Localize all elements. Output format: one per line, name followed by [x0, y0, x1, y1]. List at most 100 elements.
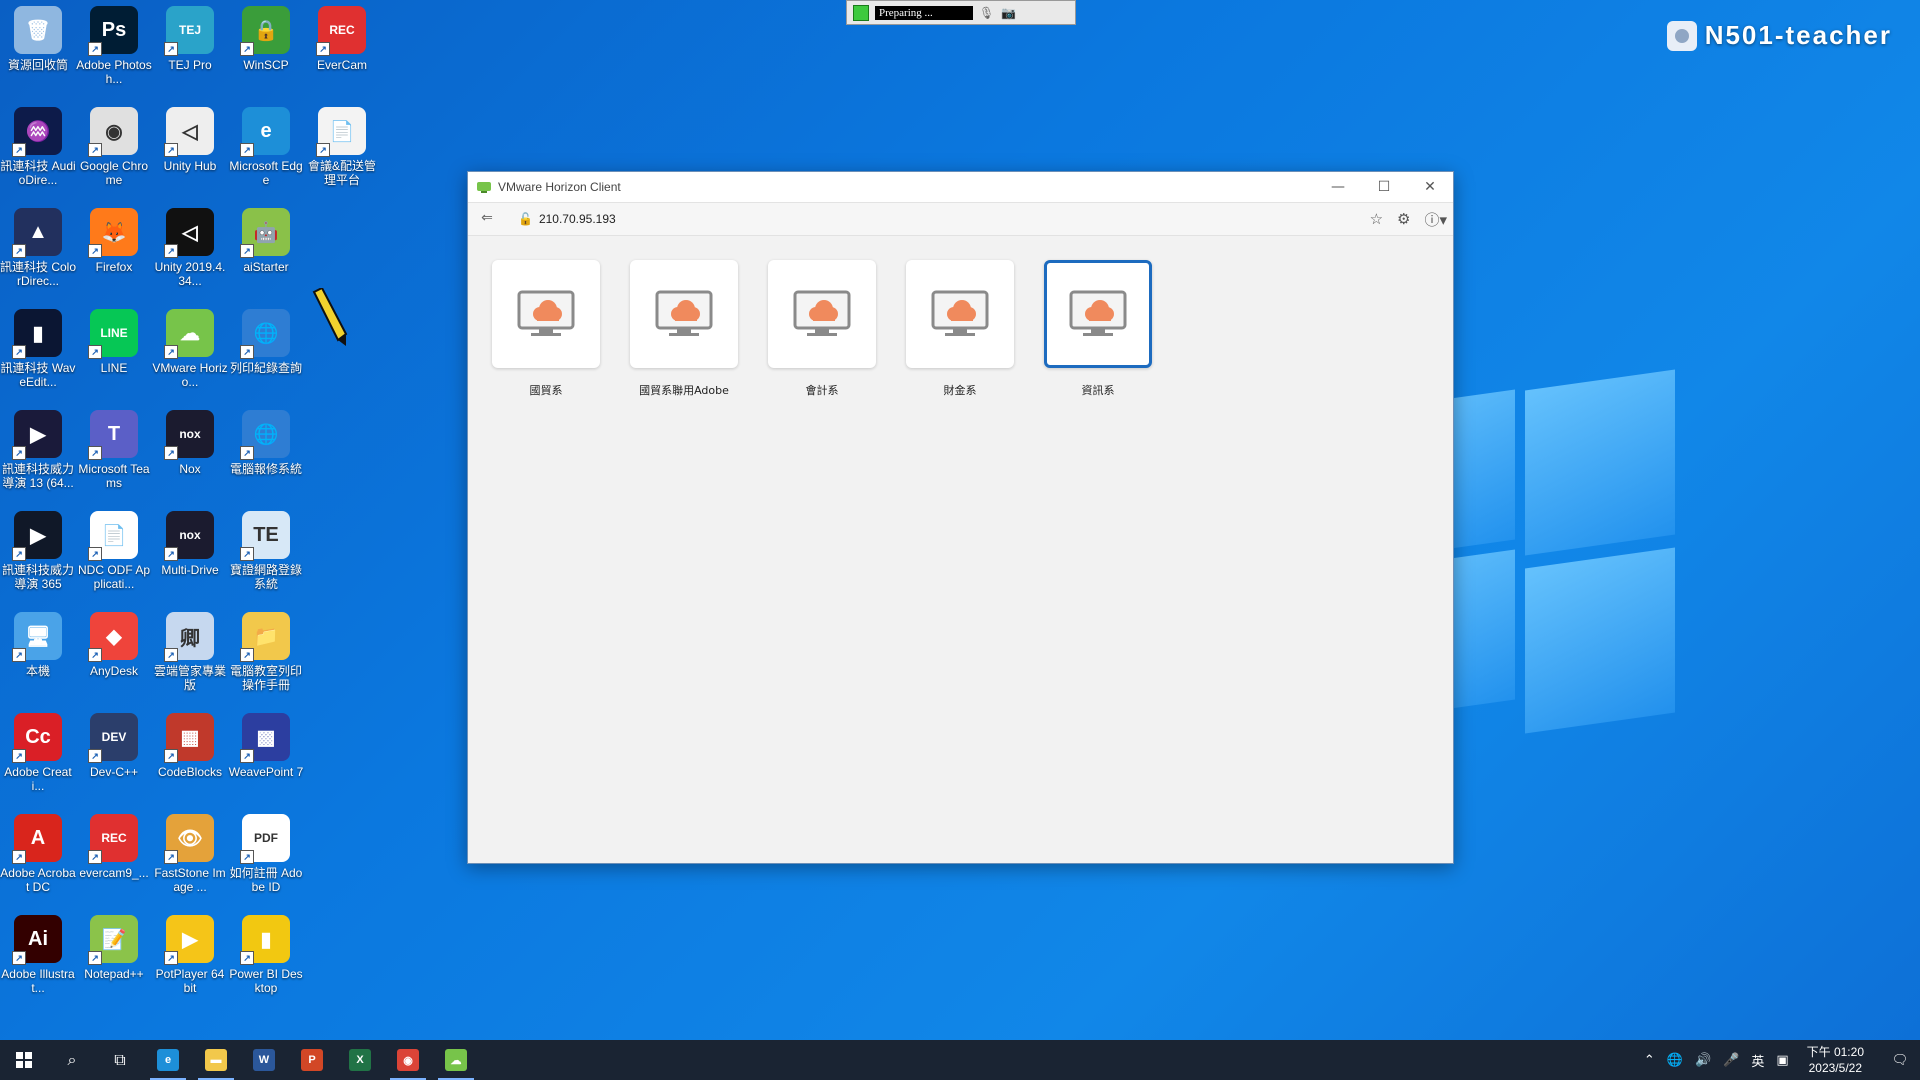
desktop-icon[interactable]: TEJ ↗ TEJ Pro	[152, 0, 228, 72]
taskbar-vmware-horizon-button[interactable]: ☁	[432, 1040, 480, 1080]
desktop-icon[interactable]: 📄 ↗ 會議&配送管理平台	[304, 101, 380, 187]
desktop-pool-tile[interactable]: 國貿系聯用Adobe	[630, 260, 738, 398]
shortcut-arrow-icon: ↗	[88, 951, 102, 965]
vmware-horizon-app-icon	[477, 182, 491, 193]
camera-icon[interactable]: 📷	[1001, 6, 1017, 20]
task-view-button[interactable]: ⧉	[96, 1040, 144, 1080]
shortcut-arrow-icon: ↗	[12, 648, 26, 662]
microphone-icon[interactable]: 🎙	[979, 6, 995, 20]
microphone-tray-icon[interactable]: 🎤	[1723, 1053, 1739, 1068]
desktop-icon[interactable]: e ↗ Microsoft Edge	[228, 101, 304, 187]
desktop-pool-thumbnail[interactable]	[492, 260, 600, 368]
desktop-icon-label: TEJ Pro	[168, 58, 212, 72]
desktop-icon-label: Google Chrome	[79, 159, 149, 187]
desktop-icon[interactable]: 🦊 ↗ Firefox	[76, 202, 152, 274]
shortcut-arrow-icon: ↗	[12, 850, 26, 864]
start-button[interactable]	[0, 1040, 48, 1080]
desktop-icon[interactable]: TE ↗ 寶證網路登錄系統	[228, 505, 304, 591]
chevron-up-icon[interactable]: ⌃	[1644, 1053, 1655, 1068]
desktop-icon[interactable]: ▶ ↗ 訊連科技威力導演 365	[0, 505, 76, 591]
desktop-pool-tile[interactable]: 資訊系	[1044, 260, 1152, 398]
desktop-icon[interactable]: ◁ ↗ Unity 2019.4.34...	[152, 202, 228, 288]
desktop-icon[interactable]: 🤖 ↗ aiStarter	[228, 202, 304, 274]
notepadpp-icon: 📝 ↗	[88, 915, 138, 965]
search-button[interactable]: ⌕	[48, 1040, 96, 1080]
record-status-icon[interactable]	[853, 4, 869, 21]
desktop-icon[interactable]: Ai ↗ Adobe Illustrat...	[0, 909, 76, 995]
network-icon[interactable]: 🌐	[1667, 1053, 1683, 1068]
desktop-icon-label: aiStarter	[243, 260, 289, 274]
desktop-icon[interactable]: ◁ ↗ Unity Hub	[152, 101, 228, 173]
desktop-icon[interactable]: ▲ ↗ 訊連科技 ColorDirec...	[0, 202, 76, 288]
desktop-icon[interactable]: ▮ ↗ 訊連科技 WaveEdit...	[0, 303, 76, 389]
desktop-icon[interactable]: A ↗ Adobe Acrobat DC	[0, 808, 76, 894]
desktop-icon[interactable]: 🌐 ↗ 列印紀錄查詢	[228, 303, 304, 375]
vmware-horizon-icon: ☁	[445, 1049, 467, 1071]
desktop-icon[interactable]: 🗑 資源回收筒	[0, 0, 76, 72]
desktop-icon[interactable]: ♒ ↗ 訊連科技 AudioDire...	[0, 101, 76, 187]
desktop-pool-tile[interactable]: 會計系	[768, 260, 876, 398]
desktop-icon[interactable]: 📝 ↗ Notepad++	[76, 909, 152, 981]
desktop-icon[interactable]: 🌐 ↗ 電腦報修系統	[228, 404, 304, 476]
taskbar-file-explorer-button[interactable]: ▬	[192, 1040, 240, 1080]
acrobat-icon: A ↗	[12, 814, 62, 864]
back-icon[interactable]: ⇐	[478, 210, 496, 228]
help-menu-icon[interactable]: ⓘ▾	[1424, 209, 1447, 230]
desktop-icon[interactable]: ☁ ↗ VMware Horizo...	[152, 303, 228, 389]
clock[interactable]: 下午 01:20 2023/5/22	[1807, 1044, 1864, 1076]
desktop-icon[interactable]: Ps ↗ Adobe Photosh...	[76, 0, 152, 86]
shortcut-arrow-icon: ↗	[88, 850, 102, 864]
shortcut-arrow-icon: ↗	[88, 42, 102, 56]
ime-mode-icon[interactable]: ▣	[1776, 1053, 1788, 1068]
shortcut-arrow-icon: ↗	[88, 446, 102, 460]
desktop-icon[interactable]: ▦ ↗ CodeBlocks	[152, 707, 228, 779]
window-titlebar[interactable]: VMware Horizon Client — ☐ ✕	[468, 172, 1453, 203]
desktop-icon[interactable]: ▩ ↗ WeavePoint 7	[228, 707, 304, 779]
desktop-icon-label: AnyDesk	[89, 664, 139, 678]
close-button[interactable]: ✕	[1407, 172, 1453, 202]
desktop-icon[interactable]: Cc ↗ Adobe Creati...	[0, 707, 76, 793]
desktop-pool-thumbnail[interactable]	[630, 260, 738, 368]
volume-icon[interactable]: 🔊	[1695, 1053, 1711, 1068]
maximize-button[interactable]: ☐	[1361, 172, 1407, 202]
desktop-icon[interactable]: 卿 ↗ 雲端管家專業版	[152, 606, 228, 692]
taskbar-edge-button[interactable]: e	[144, 1040, 192, 1080]
desktop-icon[interactable]: 🖥 ↗ 本機	[0, 606, 76, 678]
favorite-star-icon[interactable]: ☆	[1370, 210, 1383, 228]
settings-gear-icon[interactable]: ⚙	[1397, 210, 1410, 228]
desktop-icon[interactable]: ◆ ↗ AnyDesk	[76, 606, 152, 678]
desktop-icon[interactable]: LINE ↗ LINE	[76, 303, 152, 375]
desktop-pool-thumbnail[interactable]	[1044, 260, 1152, 368]
desktop-icon[interactable]: REC ↗ EverCam	[304, 0, 380, 72]
codeblocks-icon: ▦ ↗	[164, 713, 214, 763]
desktop-icon[interactable]: T ↗ Microsoft Teams	[76, 404, 152, 490]
desktop-pool-tile[interactable]: 國貿系	[492, 260, 600, 398]
desktop-icon-label: Adobe Creati...	[4, 765, 72, 793]
desktop-icon[interactable]: REC ↗ evercam9_...	[76, 808, 152, 880]
desktop-icon-label: 列印紀錄查詢	[229, 361, 302, 375]
minimize-button[interactable]: —	[1315, 172, 1361, 202]
desktop-icon[interactable]: ◉ ↗ Google Chrome	[76, 101, 152, 187]
desktop-icon[interactable]: ▶ ↗ 訊連科技威力導演 13 (64...	[0, 404, 76, 490]
ime-indicator[interactable]: 英	[1751, 1051, 1764, 1070]
evercam-icon: REC ↗	[316, 6, 366, 56]
desktop-pool-thumbnail[interactable]	[906, 260, 1014, 368]
desktop-icon[interactable]: DEV ↗ Dev-C++	[76, 707, 152, 779]
desktop-icon-label: Adobe Acrobat DC	[0, 866, 76, 894]
taskbar-word-button[interactable]: W	[240, 1040, 288, 1080]
desktop-icon[interactable]: 📁 ↗ 電腦教室列印操作手冊	[228, 606, 304, 692]
taskbar-excel-button[interactable]: X	[336, 1040, 384, 1080]
taskbar-chrome-button[interactable]: ◉	[384, 1040, 432, 1080]
desktop-icon[interactable]: 🔒 ↗ WinSCP	[228, 0, 304, 72]
desktop-icon[interactable]: 📄 ↗ NDC ODF Applicati...	[76, 505, 152, 591]
desktop-icon[interactable]: 👁 ↗ FastStone Image ...	[152, 808, 228, 894]
taskbar-powerpoint-button[interactable]: P	[288, 1040, 336, 1080]
desktop-pool-tile[interactable]: 財金系	[906, 260, 1014, 398]
notification-center-icon[interactable]: 🗨	[1880, 1053, 1920, 1068]
desktop-icon[interactable]: nox ↗ Nox	[152, 404, 228, 476]
desktop-icon[interactable]: PDF ↗ 如何註冊 Adobe ID	[228, 808, 304, 894]
desktop-icon[interactable]: ▶ ↗ PotPlayer 64 bit	[152, 909, 228, 995]
desktop-icon[interactable]: ▮ ↗ Power BI Desktop	[228, 909, 304, 995]
desktop-pool-thumbnail[interactable]	[768, 260, 876, 368]
desktop-icon[interactable]: nox ↗ Multi-Drive	[152, 505, 228, 577]
